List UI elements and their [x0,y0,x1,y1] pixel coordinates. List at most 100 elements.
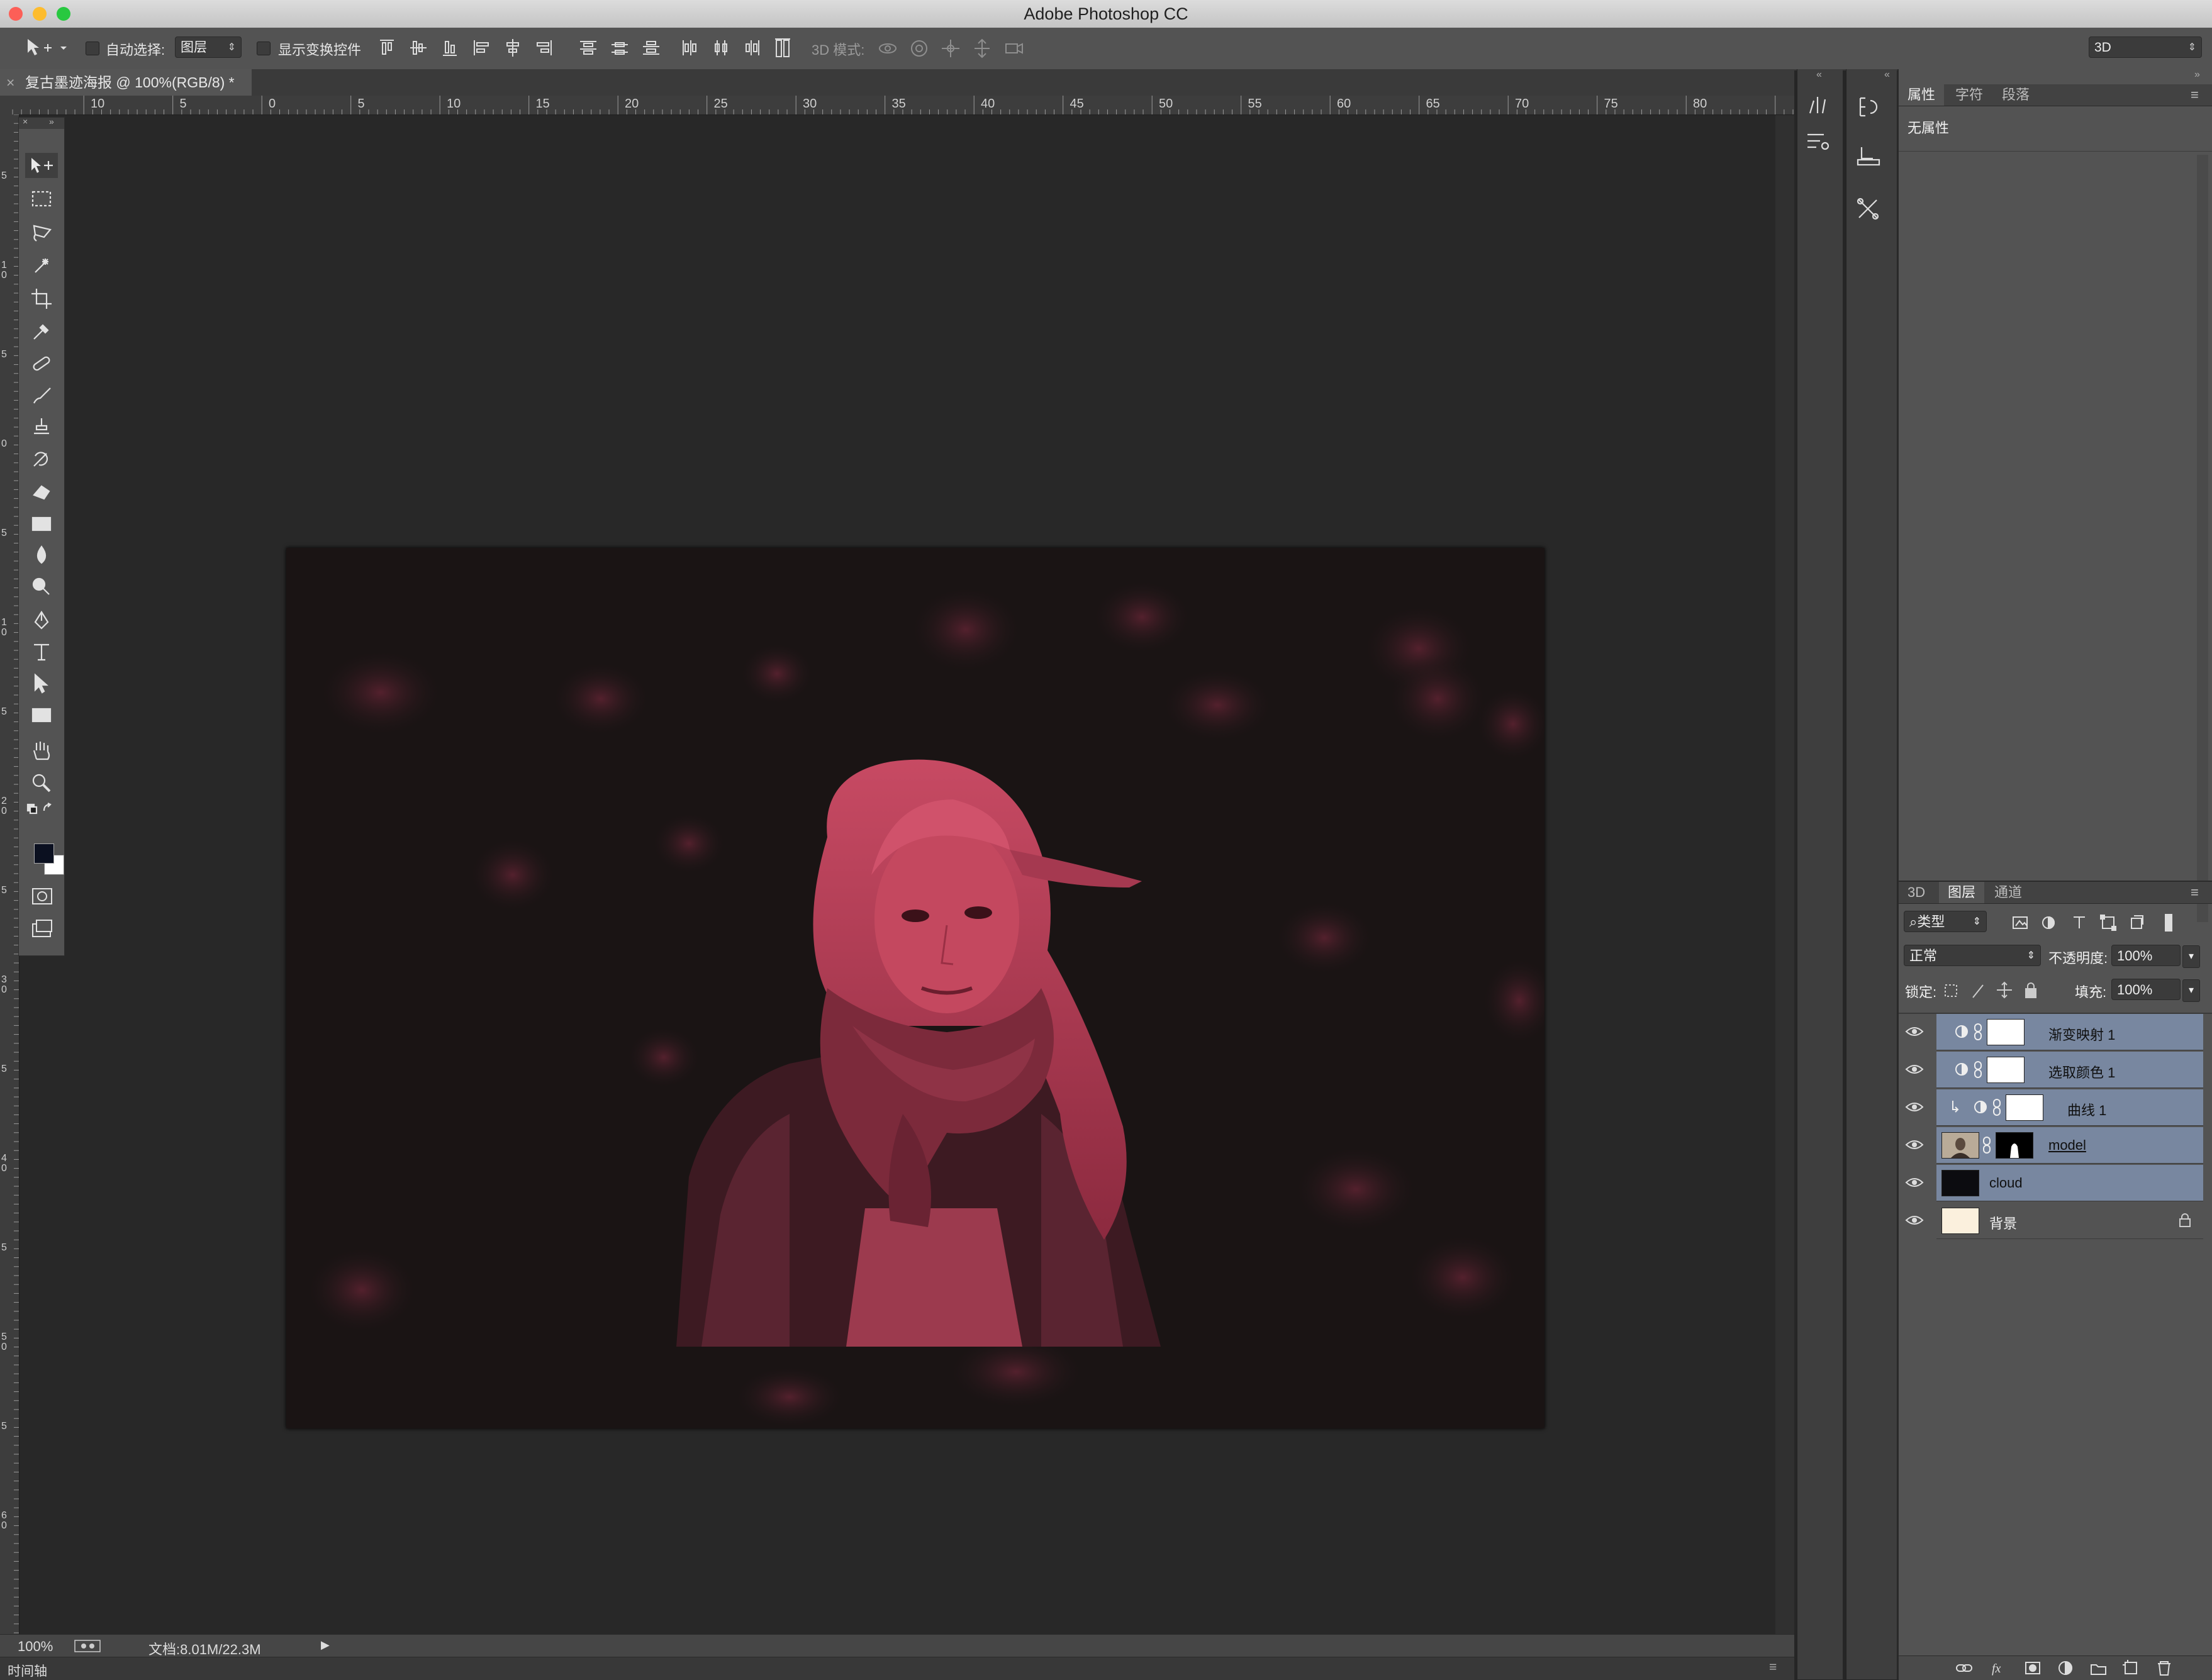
hand-tool-icon[interactable] [33,742,50,760]
screen-mode-icon[interactable] [32,920,52,937]
tab-paragraph[interactable]: 段落 [1993,84,2038,106]
collapse-panel-icon[interactable]: » [49,116,54,126]
document-canvas-image[interactable] [286,548,1544,1428]
layer-mask-thumbnail[interactable] [1996,1132,2033,1159]
timeline-bar[interactable]: 时间轴 ≡ [0,1657,1794,1680]
eye-icon[interactable] [1905,1174,1924,1191]
blend-mode-dropdown[interactable]: 正常 ⇕ [1904,945,2041,966]
filter-smart-object-icon[interactable] [2131,915,2143,929]
eye-icon[interactable] [1905,1136,1924,1154]
vertical-ruler[interactable]: 5 1 0 5 0 5 1 0 5 2 0 5 3 0 5 4 0 5 5 0 5 6 0 [0,114,20,1634]
document-tab[interactable]: × 复古墨迹海报 @ 100%(RGB/8) * [0,69,252,96]
chain-link-icon[interactable] [1973,1060,1983,1079]
lock-transparent-pixels-icon[interactable] [1945,984,1957,997]
fill-slider-arrow-icon[interactable]: ▾ [2182,979,2200,1002]
delete-layer-icon[interactable] [2158,1661,2170,1676]
show-transform-controls-checkbox[interactable] [257,42,271,55]
layer-row[interactable]: 曲线 1 [1905,1089,2203,1126]
brush-tool-icon[interactable] [33,387,51,404]
new-adjustment-layer-icon[interactable] [2058,1661,2072,1676]
auto-select-checkbox[interactable] [86,42,99,55]
new-layer-icon[interactable] [2123,1660,2137,1674]
layer-row[interactable]: cloud [1905,1165,2203,1201]
layer-name[interactable]: 渐变映射 1 [2048,1024,2115,1044]
chain-link-icon[interactable] [1982,1136,1992,1155]
filter-type-icon[interactable] [2074,916,2085,928]
chain-link-icon[interactable] [1973,1023,1983,1042]
lock-icon[interactable] [2178,1213,2192,1228]
properties-scrollbar[interactable] [2197,155,2208,922]
type-tool-icon[interactable] [34,643,49,661]
layer-mask-thumbnail[interactable] [2006,1094,2043,1121]
lock-image-pixels-icon[interactable] [1972,984,1984,998]
layer-mask-thumbnail[interactable] [1987,1019,2025,1045]
tab-character[interactable]: 字符 [1947,84,1992,106]
add-mask-icon[interactable] [2025,1662,2040,1674]
tab-properties[interactable]: 属性 [1899,84,1945,106]
layer-row[interactable]: 背景 [1905,1203,2203,1239]
blur-tool-icon[interactable] [36,545,47,564]
zoom-tool-icon[interactable] [32,774,51,793]
filter-adjustment-icon[interactable] [2042,916,2055,930]
layer-name[interactable]: 背景 [1989,1213,2017,1233]
eyedropper-tool-icon[interactable] [33,324,49,340]
layer-thumbnail[interactable] [1941,1170,1979,1196]
share-icon[interactable] [74,1640,102,1652]
rectangular-marquee-tool-icon[interactable] [31,191,52,207]
quick-selection-tool-icon[interactable] [35,259,48,273]
move-tool-icon[interactable] [25,153,58,178]
panel-menu-icon[interactable]: ≡ [2191,882,2199,903]
layer-name[interactable]: model [2048,1137,2086,1154]
gradient-tool-icon[interactable] [31,516,52,531]
canvas-area[interactable] [20,115,1794,1634]
eye-icon[interactable] [1905,1211,1924,1229]
tools-panel-header[interactable]: × » [19,116,64,129]
actions-panel-icon[interactable] [1857,147,1880,166]
history-panel-icon[interactable] [1859,97,1878,117]
layer-thumbnail[interactable] [1941,1208,1979,1234]
tool-presets-icon[interactable] [1807,133,1829,150]
collapse-dock-icon[interactable]: » [2194,69,2200,81]
auto-select-target-dropdown[interactable]: 图层 ⇕ [175,36,242,58]
eye-icon[interactable] [1905,1098,1924,1116]
rectangle-tool-icon[interactable] [31,708,52,723]
tool-options-icon[interactable] [1857,197,1879,220]
timeline-menu-icon[interactable]: ≡ [1769,1660,1777,1675]
pen-tool-icon[interactable] [34,610,49,630]
new-group-icon[interactable] [2091,1664,2106,1675]
layer-name[interactable]: 选取颜色 1 [2048,1062,2115,1082]
filter-toggle-icon[interactable] [2165,914,2172,932]
layer-row[interactable]: 渐变映射 1 [1905,1014,2203,1050]
filter-pixel-icon[interactable] [2013,916,2028,929]
close-window-button[interactable] [9,7,23,21]
eye-icon[interactable] [1905,1023,1924,1040]
tab-layers[interactable]: 图层 [1939,882,1985,903]
quick-mask-icon[interactable] [32,888,52,904]
panel-menu-icon[interactable]: ≡ [2191,84,2199,106]
opacity-field[interactable]: 100% ▾ [2111,945,2200,968]
eye-icon[interactable] [1905,1060,1924,1078]
status-menu-arrow-icon[interactable]: ▶ [321,1638,330,1652]
close-tab-icon[interactable]: × [6,69,14,96]
chain-link-icon[interactable] [1992,1098,2002,1117]
lock-position-icon[interactable] [1997,981,2012,999]
lock-all-icon[interactable] [2025,982,2036,998]
eraser-tool-icon[interactable] [33,485,50,500]
zoom-level[interactable]: 100% [18,1638,53,1655]
opacity-slider-arrow-icon[interactable]: ▾ [2182,945,2200,968]
layer-name[interactable]: 曲线 1 [2067,1099,2106,1120]
clone-stamp-tool-icon[interactable] [34,418,49,435]
move-tool-preset-icon[interactable] [25,36,69,59]
default-colors-icon[interactable] [26,803,38,815]
brush-presets-icon[interactable] [1809,97,1826,114]
foreground-color-swatch[interactable] [34,843,54,864]
fill-field[interactable]: 100% ▾ [2111,979,2200,1002]
document-size-info[interactable]: 文档:8.01M/22.3M [148,1638,261,1659]
crop-tool-icon[interactable] [31,289,52,309]
vertical-scrollbar[interactable] [1775,115,1794,1634]
link-layers-icon[interactable] [1956,1664,1972,1672]
layer-thumbnail[interactable] [1941,1132,1979,1159]
dodge-tool-icon[interactable] [32,577,50,595]
swap-colors-icon[interactable] [43,803,52,811]
collapse-strip-icon[interactable]: « [1884,69,1890,81]
